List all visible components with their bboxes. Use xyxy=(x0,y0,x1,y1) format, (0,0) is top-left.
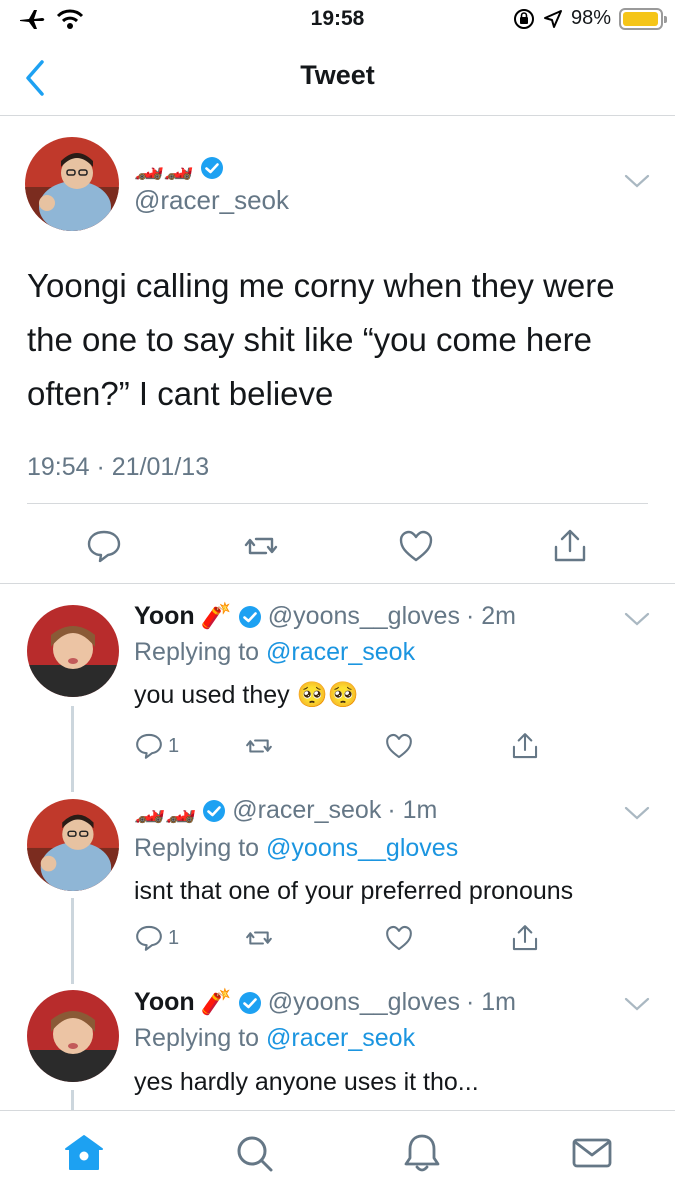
reply-tweet[interactable]: Yoon 🧨 @yoons__gloves · 2m Replying to @… xyxy=(0,585,675,779)
battery-icon xyxy=(619,7,667,30)
tab-bar xyxy=(0,1110,675,1200)
reply-author-handle[interactable]: @racer_seok xyxy=(232,796,381,825)
tweet-actions xyxy=(0,527,675,563)
reply-count: 1 xyxy=(168,926,180,949)
reply-actions: 1 xyxy=(134,923,554,953)
replying-to-link[interactable]: @yoons__gloves xyxy=(266,834,458,862)
reply-text: isnt that one of your preferred pronouns xyxy=(134,877,574,905)
reply-icon xyxy=(136,733,162,759)
replying-to: Replying to @racer_seok xyxy=(134,638,415,667)
reply-action[interactable]: 1 xyxy=(134,731,179,761)
retweet-icon[interactable] xyxy=(242,527,280,565)
reply-time: · 2m xyxy=(465,602,516,630)
nav-bar: Tweet xyxy=(0,40,675,116)
verified-badge-icon xyxy=(238,991,261,1014)
chevron-down-icon[interactable] xyxy=(624,805,650,821)
home-icon[interactable] xyxy=(62,1131,106,1175)
messages-envelope-icon[interactable] xyxy=(570,1131,614,1175)
tweet-text: Yoongi calling me corny when they were t… xyxy=(27,267,615,412)
reply-header: 🏎️🏎️ @racer_seok · 1m xyxy=(134,796,437,825)
rotation-lock-icon xyxy=(513,8,534,29)
share-icon[interactable] xyxy=(510,923,540,953)
battery-percent: 98% xyxy=(570,7,611,29)
main-author-name[interactable]: 🏎️🏎️ xyxy=(134,153,224,182)
name-emoji: 🧨 xyxy=(200,602,232,630)
verified-badge-icon xyxy=(238,605,261,628)
reply-icon[interactable] xyxy=(85,527,123,565)
reply-text: yes hardly anyone uses it tho... xyxy=(134,1068,479,1096)
main-author-handle[interactable]: @racer_seok xyxy=(134,185,289,216)
replying-prefix: Replying to xyxy=(134,834,260,862)
share-icon[interactable] xyxy=(551,527,589,565)
status-bar: 19:58 98% xyxy=(0,0,675,40)
avatar-racer-seok[interactable] xyxy=(25,137,119,231)
tweet-timestamp: 19:54 · 21/01/13 xyxy=(27,453,210,481)
reply-author-name[interactable]: Yoon xyxy=(134,602,195,631)
share-icon[interactable] xyxy=(510,731,540,761)
reply-time: · 1m xyxy=(465,988,516,1016)
replying-prefix: Replying to xyxy=(134,638,260,666)
retweet-icon[interactable] xyxy=(244,731,274,761)
reply-actions: 1 xyxy=(134,731,554,761)
like-heart-icon[interactable] xyxy=(397,527,435,565)
status-right: 98% xyxy=(513,7,667,30)
reply-header: Yoon 🧨 @yoons__gloves · 1m xyxy=(134,988,516,1017)
notifications-bell-icon[interactable] xyxy=(400,1131,444,1175)
replying-to: Replying to @racer_seok xyxy=(134,1024,415,1053)
reply-action[interactable]: 1 xyxy=(134,923,179,953)
search-icon[interactable] xyxy=(232,1131,276,1175)
replying-to-link[interactable]: @racer_seok xyxy=(266,1024,415,1052)
author-display-name: 🏎️🏎️ xyxy=(134,154,194,181)
avatar-yoons-gloves[interactable] xyxy=(27,605,119,697)
reply-author-name[interactable]: Yoon xyxy=(134,988,195,1017)
retweet-icon[interactable] xyxy=(244,923,274,953)
chevron-down-icon[interactable] xyxy=(624,611,650,627)
reply-icon xyxy=(136,925,162,951)
chevron-down-icon[interactable] xyxy=(624,173,650,189)
replying-prefix: Replying to xyxy=(134,1024,260,1052)
avatar-yoons-gloves[interactable] xyxy=(27,990,119,1082)
reply-header: Yoon 🧨 @yoons__gloves · 2m xyxy=(134,602,516,631)
reply-tweet[interactable]: Yoon 🧨 @yoons__gloves · 1m Replying to @… xyxy=(0,974,675,1110)
thread-line xyxy=(71,898,74,984)
battery-level xyxy=(623,11,659,26)
chevron-down-icon[interactable] xyxy=(624,996,650,1012)
main-tweet[interactable]: 🏎️🏎️ @racer_seok Yoongi calling me corny… xyxy=(0,117,675,584)
replying-to: Replying to @yoons__gloves xyxy=(134,834,458,863)
thread-line xyxy=(71,1090,74,1110)
replying-to-link[interactable]: @racer_seok xyxy=(266,638,415,666)
reply-author-handle[interactable]: @yoons__gloves xyxy=(268,988,460,1017)
reply-tweet[interactable]: 🏎️🏎️ @racer_seok · 1m Replying to @yoons… xyxy=(0,779,675,974)
location-icon xyxy=(543,9,562,28)
like-heart-icon[interactable] xyxy=(384,731,414,761)
reply-author-handle[interactable]: @yoons__gloves xyxy=(268,602,460,631)
divider xyxy=(27,503,648,504)
avatar-racer-seok[interactable] xyxy=(27,799,119,891)
reply-text: you used they 🥺🥺 xyxy=(134,681,359,709)
reply-author-name[interactable]: 🏎️🏎️ xyxy=(134,796,196,825)
page-title: Tweet xyxy=(300,60,375,90)
name-emoji: 🧨 xyxy=(200,988,232,1016)
reply-time: · 1m xyxy=(387,796,438,824)
like-heart-icon[interactable] xyxy=(384,923,414,953)
verified-badge-icon xyxy=(203,799,226,822)
verified-badge-icon xyxy=(200,156,223,179)
reply-count: 1 xyxy=(168,734,180,757)
